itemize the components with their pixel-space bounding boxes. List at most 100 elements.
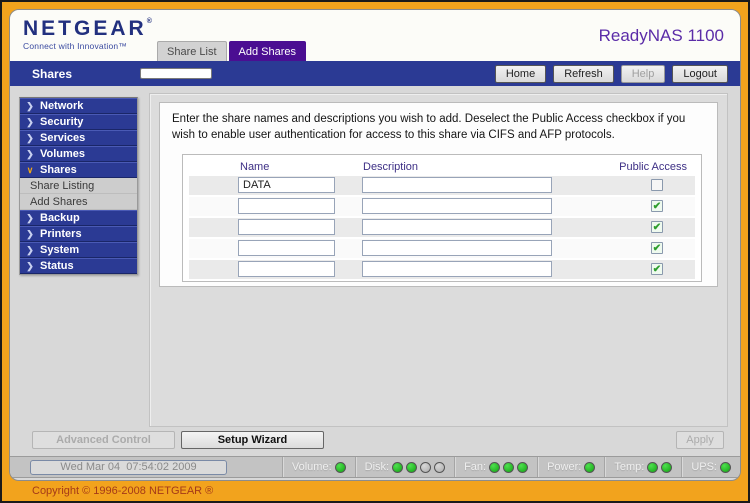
- home-button[interactable]: Home: [493, 63, 548, 84]
- chevron-right-icon: ❯: [26, 132, 34, 143]
- false: Shares: [40, 164, 77, 176]
- status-dot-green-icon: [584, 461, 596, 473]
- status-group-power: Power:: [537, 457, 604, 477]
- netgear-logo: NETGEAR® Connect with Innovation™: [23, 18, 152, 51]
- sidebar-item-system[interactable]: ❯ System: [20, 242, 137, 258]
- false: Volumes: [40, 148, 86, 160]
- public-access-checkbox[interactable]: ✔: [651, 221, 663, 234]
- chevron-right-icon: ❯: [26, 148, 34, 159]
- status-dot-green-icon: [406, 461, 418, 473]
- status-label: Disk:: [364, 461, 390, 473]
- column-header-public-access: Public Access: [619, 161, 687, 174]
- false: Network: [40, 100, 84, 112]
- share-description-input[interactable]: [362, 261, 552, 278]
- table-row: [189, 176, 695, 196]
- logo-tagline: Connect with Innovation™: [23, 41, 128, 51]
- chevron-right-icon: ❯: [26, 228, 34, 239]
- table-row: ✔: [189, 218, 695, 238]
- table-row: ✔: [189, 260, 695, 280]
- public-access-checkbox[interactable]: [651, 179, 663, 192]
- public-access-checkbox[interactable]: ✔: [651, 200, 663, 213]
- status-group-volume: Volume:: [281, 457, 355, 477]
- header: NETGEAR® Connect with Innovation™ ReadyN…: [10, 10, 740, 61]
- status-label: Fan:: [464, 461, 487, 473]
- tab-add-shares[interactable]: Add Shares: [228, 41, 307, 61]
- share-name-input[interactable]: [238, 177, 335, 194]
- progress-bar: [140, 68, 213, 79]
- share-name-input[interactable]: [238, 219, 335, 236]
- status-label: UPS:: [691, 461, 717, 473]
- chevron-right-icon: ❯: [26, 244, 34, 255]
- share-name-input[interactable]: [238, 240, 335, 257]
- false: Printers: [40, 228, 82, 240]
- advanced-control-button[interactable]: Advanced Control: [32, 431, 175, 449]
- setup-wizard-button[interactable]: Setup Wizard: [181, 431, 324, 449]
- false: Backup: [40, 212, 80, 224]
- tab-bar: Share List Add Shares: [157, 41, 308, 61]
- chevron-right-icon: ❯: [26, 100, 34, 111]
- public-access-checkbox[interactable]: ✔: [651, 263, 663, 276]
- apply-button[interactable]: Apply: [676, 431, 724, 449]
- instructions-text: Enter the share names and descriptions y…: [172, 113, 686, 142]
- status-dot-green-icon: [720, 461, 731, 473]
- share-description-input[interactable]: [362, 219, 552, 236]
- sidebar-item-printers[interactable]: ❯ Printers: [20, 226, 137, 242]
- share-table: Name Description Public Access ✔ ✔ ✔ ✔: [182, 154, 702, 283]
- registered-mark-icon: ®: [146, 18, 152, 25]
- share-table-body: ✔ ✔ ✔ ✔: [183, 176, 701, 280]
- sidebar-item-shares[interactable]: ∨ Shares: [20, 162, 137, 178]
- status-dot-green-icon: [489, 461, 501, 473]
- netgear-logo-text: NETGEAR®: [23, 17, 152, 40]
- share-table-header: Name Description Public Access: [183, 155, 701, 176]
- share-description-input[interactable]: [362, 198, 552, 215]
- sidebar-item-volumes[interactable]: ❯ Volumes: [20, 146, 137, 162]
- status-group-temp: Temp:: [604, 457, 681, 477]
- copyright-text: Copyright © 1996-2008 NETGEAR ®: [32, 485, 214, 497]
- chevron-down-icon: ∨: [26, 164, 34, 175]
- toolbar-buttons: Home Refresh Help Logout: [493, 63, 729, 84]
- share-description-input[interactable]: [362, 177, 552, 194]
- false: Services: [40, 132, 86, 144]
- sidebar-item-network[interactable]: ❯ Network: [20, 98, 137, 114]
- sidebar-nav: ❯ Network ❯ Security ❯ Services ❯ Volumes ∨ Share…: [19, 97, 138, 275]
- sidebar-item-status[interactable]: ❯ Status: [20, 258, 137, 274]
- false: Status: [40, 260, 74, 272]
- status-label: Power:: [547, 461, 582, 473]
- column-header-description: Description: [363, 161, 419, 174]
- content-panel: Enter the share names and descriptions y…: [149, 93, 728, 427]
- status-dot-green-icon: [647, 461, 659, 473]
- status-dot-gray-icon: [434, 461, 446, 473]
- logout-button[interactable]: Logout: [671, 63, 729, 84]
- share-name-input[interactable]: [238, 198, 335, 215]
- status-indicators: Volume: Disk: Fan: Power: Temp: UPS:: [281, 457, 740, 477]
- sidebar-item-security[interactable]: ❯ Security: [20, 114, 137, 130]
- help-button[interactable]: Help: [619, 63, 667, 84]
- share-name-input[interactable]: [238, 261, 335, 278]
- refresh-button[interactable]: Refresh: [552, 63, 615, 84]
- share-description-input[interactable]: [362, 240, 552, 257]
- table-row: ✔: [189, 197, 695, 217]
- sidebar-item-backup[interactable]: ❯ Backup: [20, 210, 137, 226]
- status-dot-gray-icon: [420, 461, 432, 473]
- sidebar-subitem-add-shares[interactable]: Add Shares: [20, 194, 137, 210]
- footer-button-row: Advanced Control Setup Wizard Apply: [10, 431, 740, 451]
- false: Security: [40, 116, 84, 128]
- status-label: Volume:: [291, 461, 332, 473]
- product-title: ReadyNAS 1100: [598, 26, 724, 45]
- status-group-disk: Disk:: [354, 457, 454, 477]
- section-toolbar: Shares Home Refresh Help Logout: [10, 61, 740, 86]
- status-group-ups: UPS:: [681, 457, 740, 477]
- status-dot-green-icon: [503, 461, 515, 473]
- tab-share-list[interactable]: Share List: [157, 41, 227, 61]
- public-access-checkbox[interactable]: ✔: [651, 242, 663, 255]
- datetime-button[interactable]: Wed Mar 04 07:54:02 2009: [30, 459, 227, 475]
- false: System: [40, 244, 80, 256]
- section-title: Shares: [32, 66, 73, 81]
- table-row: ✔: [189, 239, 695, 259]
- add-shares-form: Enter the share names and descriptions y…: [159, 102, 718, 287]
- status-bar: Wed Mar 04 07:54:02 2009 Volume: Disk: Fan…: [10, 456, 740, 478]
- sidebar-item-services[interactable]: ❯ Services: [20, 130, 137, 146]
- status-dot-green-icon: [392, 461, 404, 473]
- sidebar-subitem-share-listing[interactable]: Share Listing: [20, 178, 137, 194]
- status-label: Temp:: [614, 461, 645, 473]
